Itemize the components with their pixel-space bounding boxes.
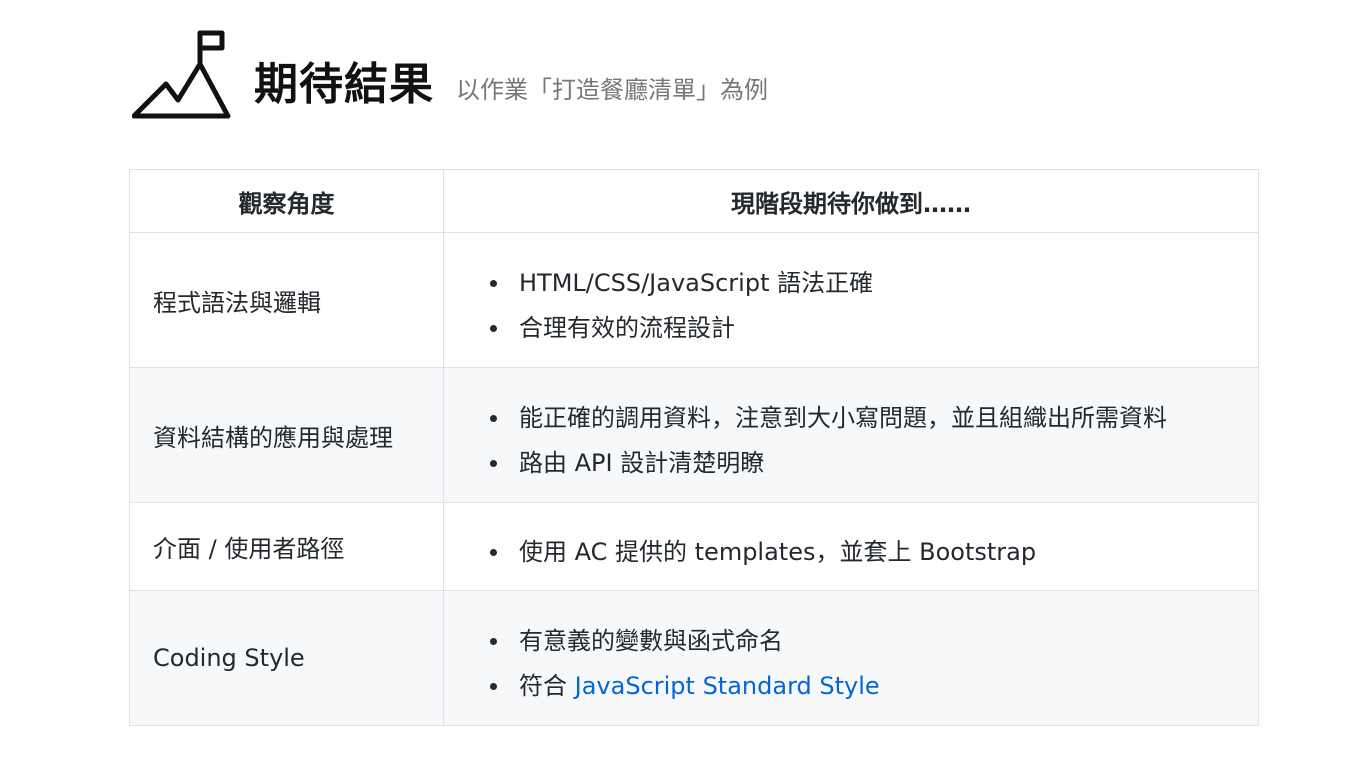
list-item: 使用 AC 提供的 templates，並套上 Bootstrap [490, 530, 1258, 575]
list-item: HTML/CSS/JavaScript 語法正確 [490, 261, 1258, 306]
table-row: 程式語法與邏輯 HTML/CSS/JavaScript 語法正確 合理有效的流程… [129, 232, 1259, 368]
list-item: 有意義的變數與函式命名 [490, 619, 1258, 664]
expectation-list: HTML/CSS/JavaScript 語法正確 合理有效的流程設計 [444, 249, 1258, 351]
column-header-expectation: 現階段期待你做到…… [443, 169, 1259, 233]
aspect-cell: 資料結構的應用與處理 [129, 367, 444, 503]
table-header-row: 觀察角度 現階段期待你做到…… [129, 169, 1259, 233]
list-item: 路由 API 設計清楚明瞭 [490, 441, 1258, 486]
expectation-cell: 使用 AC 提供的 templates，並套上 Bootstrap [443, 502, 1259, 591]
criteria-table: 觀察角度 現階段期待你做到…… 程式語法與邏輯 HTML/CSS/JavaScr… [129, 169, 1259, 726]
aspect-cell: 程式語法與邏輯 [129, 232, 444, 368]
list-item-prefix: 符合 [519, 672, 575, 700]
table-row: 介面 / 使用者路徑 使用 AC 提供的 templates，並套上 Boots… [129, 502, 1259, 591]
list-item: 合理有效的流程設計 [490, 306, 1258, 351]
javascript-standard-style-link[interactable]: JavaScript Standard Style [575, 672, 880, 700]
expectation-list: 使用 AC 提供的 templates，並套上 Bootstrap [444, 518, 1258, 575]
list-item: 能正確的調用資料，注意到大小寫問題，並且組織出所需資料 [490, 396, 1258, 441]
page-title: 期待結果 [254, 59, 434, 110]
expectation-list: 有意義的變數與函式命名 符合 JavaScript Standard Style [444, 607, 1258, 709]
page-header: 期待結果 以作業「打造餐廳清單」為例 [132, 30, 768, 130]
aspect-cell: 介面 / 使用者路徑 [129, 502, 444, 591]
expectation-cell: HTML/CSS/JavaScript 語法正確 合理有效的流程設計 [443, 232, 1259, 368]
table-row: 資料結構的應用與處理 能正確的調用資料，注意到大小寫問題，並且組織出所需資料 路… [129, 367, 1259, 503]
list-item: 符合 JavaScript Standard Style [490, 664, 1258, 709]
expectation-cell: 能正確的調用資料，注意到大小寫問題，並且組織出所需資料 路由 API 設計清楚明… [443, 367, 1259, 503]
table-row: Coding Style 有意義的變數與函式命名 符合 JavaScript S… [129, 590, 1259, 726]
aspect-cell: Coding Style [129, 590, 444, 726]
page-subtitle: 以作業「打造餐廳清單」為例 [456, 75, 768, 104]
expectation-list: 能正確的調用資料，注意到大小寫問題，並且組織出所需資料 路由 API 設計清楚明… [444, 384, 1258, 486]
expectation-cell: 有意義的變數與函式命名 符合 JavaScript Standard Style [443, 590, 1259, 726]
mountain-flag-icon [132, 30, 231, 119]
column-header-aspect: 觀察角度 [129, 169, 444, 233]
